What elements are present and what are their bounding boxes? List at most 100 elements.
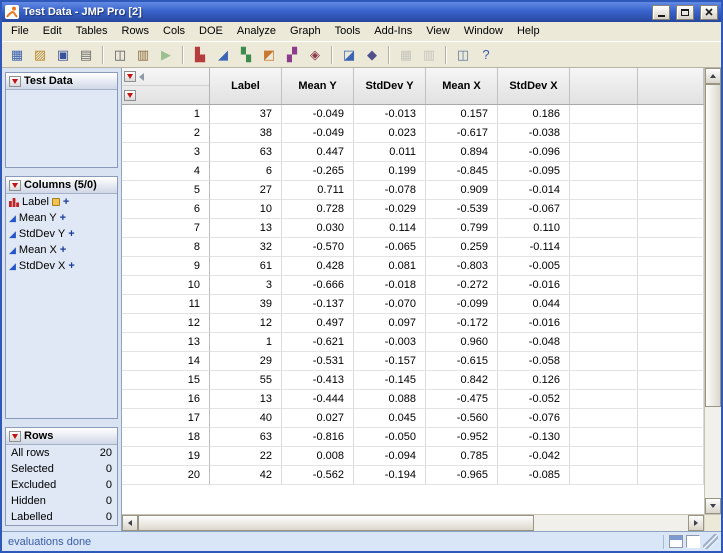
columns-panel-red-triangle-icon[interactable] [9, 179, 21, 191]
new-data-table-button[interactable]: ▦ [6, 44, 28, 66]
menu-item-view[interactable]: View [419, 23, 457, 40]
scroll-down-button[interactable] [705, 498, 721, 514]
data-cell[interactable]: 27 [210, 181, 282, 200]
data-cell[interactable]: -0.029 [354, 200, 426, 219]
data-cell[interactable]: -0.965 [426, 466, 498, 485]
data-cell[interactable]: -0.016 [498, 314, 570, 333]
row-number-cell[interactable]: 18 [122, 428, 210, 447]
data-cell[interactable]: -0.560 [426, 409, 498, 428]
data-cell[interactable]: -0.617 [426, 124, 498, 143]
horizontal-scroll-track[interactable] [138, 515, 688, 531]
data-cell[interactable]: 0.045 [354, 409, 426, 428]
menu-item-file[interactable]: File [4, 23, 36, 40]
data-cell[interactable]: 38 [210, 124, 282, 143]
data-cell[interactable]: -0.065 [354, 238, 426, 257]
row-number-cell[interactable]: 12 [122, 314, 210, 333]
data-cell[interactable]: -0.042 [498, 447, 570, 466]
data-cell[interactable]: -0.816 [282, 428, 354, 447]
data-cell[interactable]: -0.085 [498, 466, 570, 485]
column-list-item-label[interactable]: Label + [6, 194, 117, 210]
menu-item-edit[interactable]: Edit [36, 23, 69, 40]
rows-menu-red-triangle-icon[interactable] [124, 89, 136, 101]
data-cell[interactable]: -0.615 [426, 352, 498, 371]
fit-y-by-x-button[interactable]: ◢ [212, 44, 234, 66]
data-filter-button[interactable]: ◪ [338, 44, 360, 66]
row-number-cell[interactable]: 8 [122, 238, 210, 257]
scatterplot-3d-button[interactable]: ◆ [361, 44, 383, 66]
data-cell[interactable]: 0.199 [354, 162, 426, 181]
data-cell[interactable]: 32 [210, 238, 282, 257]
save-button[interactable]: ▣ [52, 44, 74, 66]
maximize-button[interactable] [676, 4, 694, 20]
data-cell[interactable]: 0.186 [498, 105, 570, 124]
data-cell[interactable]: 0.044 [498, 295, 570, 314]
menu-item-help[interactable]: Help [510, 23, 547, 40]
data-cell[interactable]: -0.013 [354, 105, 426, 124]
data-cell[interactable]: 13 [210, 390, 282, 409]
row-number-cell[interactable]: 10 [122, 276, 210, 295]
data-cell[interactable]: 0.799 [426, 219, 498, 238]
data-cell[interactable]: 0.894 [426, 143, 498, 162]
column-list-item-mean-x[interactable]: ◢ Mean X + [6, 242, 117, 258]
column-header-label[interactable]: Label [210, 68, 282, 104]
row-number-cell[interactable]: 3 [122, 143, 210, 162]
data-cell[interactable]: -0.265 [282, 162, 354, 181]
scroll-left-button[interactable] [122, 515, 138, 531]
vertical-scrollbar[interactable] [704, 68, 721, 514]
data-cell[interactable]: -0.172 [426, 314, 498, 333]
data-cell[interactable]: -0.130 [498, 428, 570, 447]
data-cell[interactable]: 0.008 [282, 447, 354, 466]
data-cell[interactable]: -0.003 [354, 333, 426, 352]
column-header-mean-x[interactable]: Mean X [426, 68, 498, 104]
data-cell[interactable]: 63 [210, 143, 282, 162]
data-cell[interactable]: 0.114 [354, 219, 426, 238]
data-cell[interactable]: 39 [210, 295, 282, 314]
data-cell[interactable]: 0.030 [282, 219, 354, 238]
row-number-cell[interactable]: 6 [122, 200, 210, 219]
data-cell[interactable]: 63 [210, 428, 282, 447]
data-cell[interactable]: 0.842 [426, 371, 498, 390]
window-layout-button[interactable]: ◫ [452, 44, 474, 66]
data-cell[interactable]: -0.095 [498, 162, 570, 181]
data-cell[interactable]: -0.070 [354, 295, 426, 314]
data-cell[interactable]: 0.126 [498, 371, 570, 390]
menu-item-window[interactable]: Window [457, 23, 510, 40]
data-cell[interactable]: -0.137 [282, 295, 354, 314]
paste-button[interactable]: ▥ [132, 44, 154, 66]
data-cell[interactable]: 0.909 [426, 181, 498, 200]
open-button[interactable]: ▨ [29, 44, 51, 66]
table-panel-red-triangle-icon[interactable] [9, 75, 21, 87]
control-chart-button[interactable]: ◈ [304, 44, 326, 66]
row-number-cell[interactable]: 9 [122, 257, 210, 276]
row-number-cell[interactable]: 4 [122, 162, 210, 181]
data-cell[interactable]: 0.785 [426, 447, 498, 466]
data-cell[interactable]: -0.194 [354, 466, 426, 485]
data-cell[interactable]: 0.027 [282, 409, 354, 428]
data-cell[interactable]: -0.005 [498, 257, 570, 276]
data-cell[interactable]: -0.052 [498, 390, 570, 409]
data-cell[interactable]: -0.157 [354, 352, 426, 371]
data-cell[interactable]: -0.621 [282, 333, 354, 352]
row-number-cell[interactable]: 2 [122, 124, 210, 143]
scroll-right-button[interactable] [688, 515, 704, 531]
data-cell[interactable]: -0.049 [282, 124, 354, 143]
horizontal-scroll-thumb[interactable] [138, 515, 534, 531]
column-list-item-mean-y[interactable]: ◢ Mean Y + [6, 210, 117, 226]
menu-item-add-ins[interactable]: Add-Ins [367, 23, 419, 40]
data-cell[interactable]: 0.011 [354, 143, 426, 162]
data-cell[interactable]: 0.497 [282, 314, 354, 333]
column-header-stddev-x[interactable]: StdDev X [498, 68, 570, 104]
print-button[interactable]: ▤ [75, 44, 97, 66]
column-header-mean-y[interactable]: Mean Y [282, 68, 354, 104]
collapse-panel-left-icon[interactable] [139, 72, 144, 81]
data-cell[interactable]: -0.016 [498, 276, 570, 295]
data-cell[interactable]: 0.447 [282, 143, 354, 162]
data-cell[interactable]: -0.444 [282, 390, 354, 409]
data-cell[interactable]: -0.531 [282, 352, 354, 371]
menu-item-doe[interactable]: DOE [192, 23, 230, 40]
data-cell[interactable]: -0.048 [498, 333, 570, 352]
multivariate-button[interactable]: ▞ [281, 44, 303, 66]
data-cell[interactable]: 0.428 [282, 257, 354, 276]
data-cell[interactable]: 3 [210, 276, 282, 295]
row-number-cell[interactable]: 7 [122, 219, 210, 238]
